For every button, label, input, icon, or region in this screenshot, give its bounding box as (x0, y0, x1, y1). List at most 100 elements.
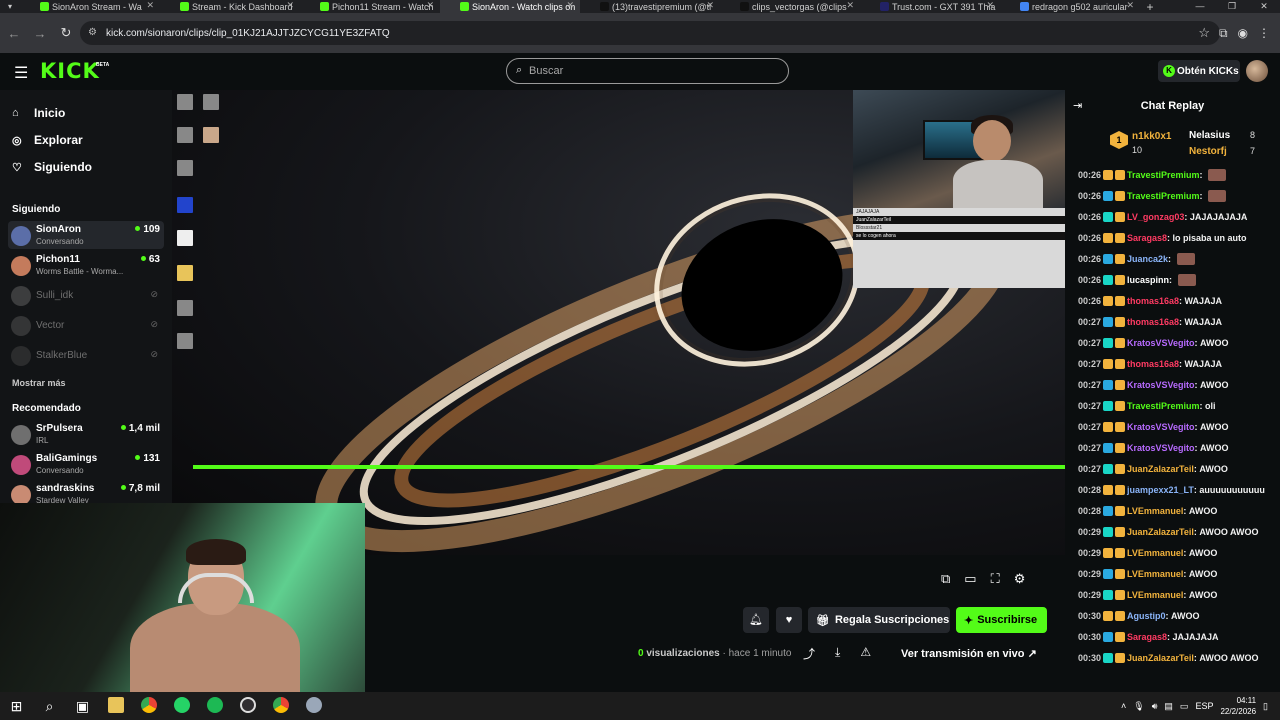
search-icon[interactable]: ⌕ (33, 698, 66, 715)
recommended-channel[interactable]: BaliGamings Conversando 131 (8, 450, 164, 478)
notification-bell-button[interactable]: 🔔︎ (743, 607, 769, 633)
pip-icon[interactable]: ⧉ (941, 571, 950, 587)
chat-username[interactable]: LVEmmanuel (1127, 548, 1183, 558)
user-avatar[interactable] (1246, 60, 1268, 82)
gift-subs-button[interactable]: 🎁︎ Regala Suscripciones (808, 607, 950, 633)
chevron-up-icon[interactable]: ˄ (1121, 701, 1126, 711)
leader-name[interactable]: n1kk0x1 (1132, 131, 1171, 142)
browser-tab[interactable]: redragon g502 auricular ✕ (1000, 0, 1140, 13)
subscribe-button[interactable]: ✦ Suscribirse (956, 607, 1047, 633)
recommended-channel[interactable]: SrPulsera IRL 1,4 mil (8, 420, 164, 448)
following-channel[interactable]: Sulli_idk ⊘ (8, 281, 164, 309)
browser-tab[interactable]: clips_vectorgas (@clips ✕ (720, 0, 860, 13)
volume-icon[interactable]: 🔊︎ (1152, 701, 1158, 712)
tab-search-icon[interactable]: ▾ (0, 2, 20, 11)
following-channel[interactable]: SionAron Conversando 109 (8, 221, 164, 249)
tab-close-icon[interactable]: ✕ (146, 0, 154, 11)
chat-username[interactable]: thomas16a8 (1127, 317, 1179, 327)
video-progress-bar[interactable] (193, 465, 1065, 469)
chat-username[interactable]: LVEmmanuel (1127, 506, 1183, 516)
new-tab-button[interactable]: + (1140, 0, 1160, 14)
whatsapp-icon[interactable] (165, 696, 198, 716)
menu-kebab-icon[interactable]: ⋮ (1258, 26, 1270, 41)
obs-icon[interactable] (231, 696, 264, 716)
leader-name[interactable]: Nestorfj (1189, 146, 1227, 157)
following-channel[interactable]: Pichon11 Worms Battle - Worma... 63 (8, 251, 164, 279)
video-player[interactable]: JAJAJAJA JuanZalazarTeil Blossstar21 se … (172, 90, 1065, 555)
mic-icon[interactable]: 🎙︎ (1133, 701, 1144, 712)
chat-username[interactable]: LVEmmanuel (1127, 569, 1183, 579)
chat-username[interactable]: JuanZalazarTeil (1127, 653, 1194, 663)
leader-name[interactable]: Nelasius (1189, 130, 1230, 141)
close-window-icon[interactable]: ✕ (1248, 0, 1280, 13)
theater-mode-icon[interactable]: ▭ (964, 571, 976, 587)
tab-close-icon[interactable]: ✕ (1126, 0, 1134, 11)
site-info-icon[interactable]: ⚙ (88, 27, 97, 38)
tab-close-icon[interactable]: ✕ (706, 0, 714, 11)
report-icon[interactable]: ⚠ (860, 645, 871, 662)
chat-username[interactable]: JuanZalazarTeil (1127, 527, 1194, 537)
chat-username[interactable]: JuanZalazarTeil (1127, 464, 1194, 474)
chat-username[interactable]: thomas16a8 (1127, 359, 1179, 369)
chat-username[interactable]: KratosVSVegito (1127, 380, 1195, 390)
notifications-icon[interactable]: ▯ (1263, 701, 1268, 712)
hamburger-menu-icon[interactable]: ☰ (14, 63, 28, 83)
tab-close-icon[interactable]: ✕ (566, 0, 574, 11)
file-explorer-icon[interactable] (99, 696, 132, 716)
spotify-icon[interactable] (198, 696, 231, 716)
chrome-icon[interactable] (132, 696, 165, 716)
chat-username[interactable]: TravestiPremium (1127, 170, 1200, 180)
chat-username[interactable]: KratosVSVegito (1127, 338, 1195, 348)
minimize-icon[interactable]: — (1184, 0, 1216, 13)
chat-username[interactable]: Agustip0 (1127, 611, 1166, 621)
bookmark-star-icon[interactable]: ☆ (1198, 25, 1210, 41)
chat-username[interactable]: thomas16a8 (1127, 296, 1179, 306)
extensions-icon[interactable]: ⧉ (1219, 26, 1228, 41)
windows-start-icon[interactable]: ⊞ (0, 698, 33, 715)
search-input[interactable]: ⌕ Buscar (506, 58, 789, 84)
restore-icon[interactable]: ❐ (1216, 0, 1248, 13)
browser-tab[interactable]: Trust.com - GXT 391 Thia ✕ (860, 0, 1000, 13)
chat-username[interactable]: juampexx21_LT (1127, 485, 1194, 495)
kick-logo[interactable]: KICK (40, 59, 100, 83)
following-channel[interactable]: StalkerBlue ⊘ (8, 341, 164, 369)
chat-username[interactable]: KratosVSVegito (1127, 443, 1195, 453)
browser-tab[interactable]: SionAron - Watch clips on ✕ (440, 0, 580, 13)
clock[interactable]: 04:11 22/2/2026 (1220, 695, 1256, 717)
browser-tab[interactable]: (13)travestipremium (@ti ✕ (580, 0, 720, 13)
nav-following[interactable]: ♡ Siguiendo (12, 157, 92, 177)
get-kicks-button[interactable]: K Obtén KICKs (1158, 60, 1240, 82)
chat-username[interactable]: KratosVSVegito (1127, 422, 1195, 432)
tab-close-icon[interactable]: ✕ (986, 0, 994, 11)
browser-tab[interactable]: Pichon11 Stream - Watch ✕ (300, 0, 440, 13)
profile-icon[interactable]: ◉ (1238, 26, 1248, 41)
tab-close-icon[interactable]: ✕ (426, 0, 434, 11)
language-indicator[interactable]: ESP (1195, 701, 1213, 711)
share-icon[interactable]: ⤴ (803, 645, 815, 662)
chat-username[interactable]: Saragas8 (1127, 632, 1167, 642)
tab-close-icon[interactable]: ✕ (286, 0, 294, 11)
nav-home[interactable]: ⌂ Inicio (12, 103, 65, 123)
browser-tab[interactable]: Stream - Kick Dashboard ✕ (160, 0, 300, 13)
battery-icon[interactable]: ▭ (1180, 701, 1189, 712)
url-field[interactable]: ⚙ kick.com/sionaron/clips/clip_01KJ21AJJ… (80, 21, 1220, 45)
task-view-icon[interactable]: ▣ (66, 698, 99, 715)
watch-live-link[interactable]: Ver transmisión en vivo ↗ (901, 647, 1037, 660)
download-icon[interactable]: ⤓ (835, 645, 840, 662)
browser-tab[interactable]: SionAron Stream - Wa ✕ (20, 0, 160, 13)
chat-username[interactable]: lucaspinn (1127, 275, 1169, 285)
chat-username[interactable]: LVEmmanuel (1127, 590, 1183, 600)
forward-icon[interactable]: → (28, 26, 52, 41)
following-channel[interactable]: Vector ⊘ (8, 311, 164, 339)
chat-username[interactable]: TravestiPremium (1127, 401, 1200, 411)
show-more-link[interactable]: Mostrar más (12, 378, 66, 388)
chrome-icon[interactable] (264, 696, 297, 716)
chat-username[interactable]: LV_gonzag03 (1127, 212, 1184, 222)
chat-username[interactable]: Juanca2k (1127, 254, 1168, 264)
app-icon[interactable] (297, 696, 330, 716)
chat-username[interactable]: Saragas8 (1127, 233, 1167, 243)
follow-heart-button[interactable]: ♥ (776, 607, 802, 633)
settings-icon[interactable]: ⚙ (1014, 571, 1026, 587)
fullscreen-icon[interactable]: ⛶ (991, 571, 1000, 587)
back-icon[interactable]: ← (2, 26, 26, 41)
